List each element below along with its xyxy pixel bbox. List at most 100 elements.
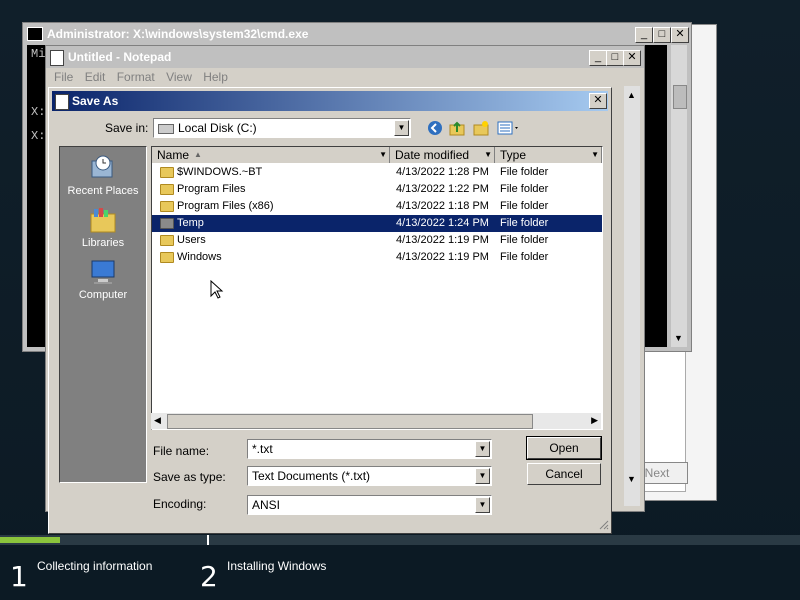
cmd-scrollbar[interactable]: ▼ (671, 45, 687, 347)
cmd-maximize-button[interactable]: □ (653, 27, 671, 43)
notepad-icon (50, 50, 64, 66)
save-as-icon (55, 94, 69, 110)
notepad-menubar: File Edit Format View Help (46, 68, 644, 86)
computer-icon (91, 260, 115, 284)
hscroll-thumb[interactable] (167, 414, 533, 429)
place-label: Libraries (81, 237, 125, 249)
column-header-name[interactable]: Name ▲ ▼ (152, 147, 390, 163)
setup-progress-bar (0, 535, 800, 545)
notepad-maximize-button[interactable]: □ (606, 50, 624, 66)
place-computer[interactable]: Computer (60, 257, 146, 301)
progress-step-divider (207, 535, 209, 545)
cmd-line: X: (31, 129, 46, 143)
row-name: $WINDOWS.~BT (177, 166, 263, 178)
save-in-label: Save in: (105, 121, 149, 135)
save-type-select[interactable]: Text Documents (*.txt) ▼ (247, 466, 492, 486)
cancel-button[interactable]: Cancel (527, 463, 601, 485)
resize-grip-icon[interactable] (597, 518, 609, 530)
chevron-down-icon[interactable]: ▼ (484, 147, 492, 163)
place-label: Recent Places (67, 185, 139, 197)
column-header-label: Name (157, 148, 190, 162)
row-date: 4/13/2022 1:19 PM (396, 234, 489, 246)
encoding-select[interactable]: ANSI ▼ (247, 495, 492, 515)
folder-icon (160, 184, 174, 195)
column-header-label: Date modified (395, 148, 470, 162)
table-row[interactable]: Program Files 4/13/2022 1:22 PM File fol… (152, 181, 602, 198)
step-label: Collecting information (37, 559, 153, 573)
cmd-minimize-button[interactable]: _ (635, 27, 653, 43)
menu-file[interactable]: File (54, 68, 73, 86)
menu-view[interactable]: View (166, 68, 192, 86)
setup-progress-fill (0, 537, 60, 543)
save-as-dialog: Save As ✕ Save in: Local Disk (C:) ▼ Rec… (48, 87, 612, 534)
sort-ascending-icon: ▲ (194, 150, 202, 159)
column-header-date[interactable]: Date modified ▼ (390, 147, 495, 163)
save-in-combo[interactable]: Local Disk (C:) ▼ (153, 118, 411, 138)
place-recent-places[interactable]: Recent Places (60, 153, 146, 197)
menu-edit[interactable]: Edit (85, 68, 106, 86)
chevron-down-icon[interactable]: ▼ (591, 147, 599, 163)
chevron-down-icon[interactable]: ▼ (475, 441, 490, 457)
chevron-down-icon[interactable]: ▼ (379, 147, 387, 163)
row-type: File folder (500, 183, 549, 195)
file-name-input[interactable]: *.txt ▼ (247, 439, 492, 459)
encoding-label: Encoding: (153, 497, 207, 511)
folder-icon (160, 252, 174, 263)
row-name: Users (177, 234, 206, 246)
scroll-left-icon[interactable]: ◀ (154, 415, 161, 426)
back-icon[interactable] (427, 120, 443, 136)
file-name-label: File name: (153, 444, 210, 458)
table-row[interactable]: Windows 4/13/2022 1:19 PM File folder (152, 249, 602, 266)
step-number: 2 (200, 560, 218, 593)
row-name: Program Files (177, 183, 246, 195)
view-menu-icon[interactable] (497, 120, 521, 136)
save-type-label: Save as type: (153, 470, 226, 484)
place-label: Computer (78, 289, 128, 301)
up-folder-icon[interactable] (449, 120, 465, 136)
place-libraries[interactable]: Libraries (60, 205, 146, 249)
cmd-scroll-thumb[interactable] (673, 85, 687, 109)
scroll-right-icon[interactable]: ▶ (591, 415, 598, 426)
encoding-value: ANSI (252, 498, 281, 512)
step-number: 1 (10, 560, 28, 593)
notepad-scrollbar[interactable]: ▲ ▼ (624, 86, 640, 506)
cmd-scroll-down-icon[interactable]: ▼ (674, 333, 683, 343)
row-type: File folder (500, 200, 549, 212)
cmd-line: X: (31, 105, 46, 119)
step-label: Installing Windows (227, 559, 327, 573)
chevron-down-icon[interactable]: ▼ (475, 468, 490, 484)
cmd-close-button[interactable]: ✕ (671, 27, 689, 43)
cmd-title: Administrator: X:\windows\system32\cmd.e… (23, 23, 691, 45)
row-name: Windows (177, 251, 222, 263)
row-type: File folder (500, 166, 549, 178)
menu-help[interactable]: Help (203, 68, 228, 86)
folder-icon (160, 167, 174, 178)
file-list[interactable]: Name ▲ ▼ Date modified ▼ Type ▼ $WINDOWS… (151, 146, 603, 430)
column-header-label: Type (500, 148, 527, 162)
row-type: File folder (500, 217, 549, 229)
notepad-scroll-up-icon[interactable]: ▲ (627, 90, 636, 100)
column-header-type[interactable]: Type ▼ (495, 147, 602, 163)
new-folder-icon[interactable] (473, 120, 489, 136)
save-type-value: Text Documents (*.txt) (252, 469, 371, 483)
table-row[interactable]: $WINDOWS.~BT 4/13/2022 1:28 PM File fold… (152, 164, 602, 181)
row-date: 4/13/2022 1:24 PM (396, 217, 489, 229)
menu-format[interactable]: Format (117, 68, 155, 86)
table-row-selected[interactable]: Temp 4/13/2022 1:24 PM File folder (152, 215, 602, 232)
file-list-hscrollbar[interactable]: ◀ ▶ (151, 413, 601, 429)
save-as-close-button[interactable]: ✕ (589, 93, 607, 109)
row-type: File folder (500, 234, 549, 246)
table-row[interactable]: Program Files (x86) 4/13/2022 1:18 PM Fi… (152, 198, 602, 215)
table-row[interactable]: Users 4/13/2022 1:19 PM File folder (152, 232, 602, 249)
drive-icon (158, 124, 174, 134)
chevron-down-icon[interactable]: ▼ (394, 120, 409, 136)
notepad-scroll-down-icon[interactable]: ▼ (627, 474, 636, 484)
row-date: 4/13/2022 1:22 PM (396, 183, 489, 195)
folder-icon (160, 235, 174, 246)
chevron-down-icon[interactable]: ▼ (475, 497, 490, 513)
row-name: Temp (177, 217, 204, 229)
open-button[interactable]: Open (526, 436, 602, 460)
places-bar: Recent Places Libraries Computer (59, 146, 147, 483)
notepad-close-button[interactable]: ✕ (623, 50, 641, 66)
notepad-minimize-button[interactable]: _ (589, 50, 607, 66)
